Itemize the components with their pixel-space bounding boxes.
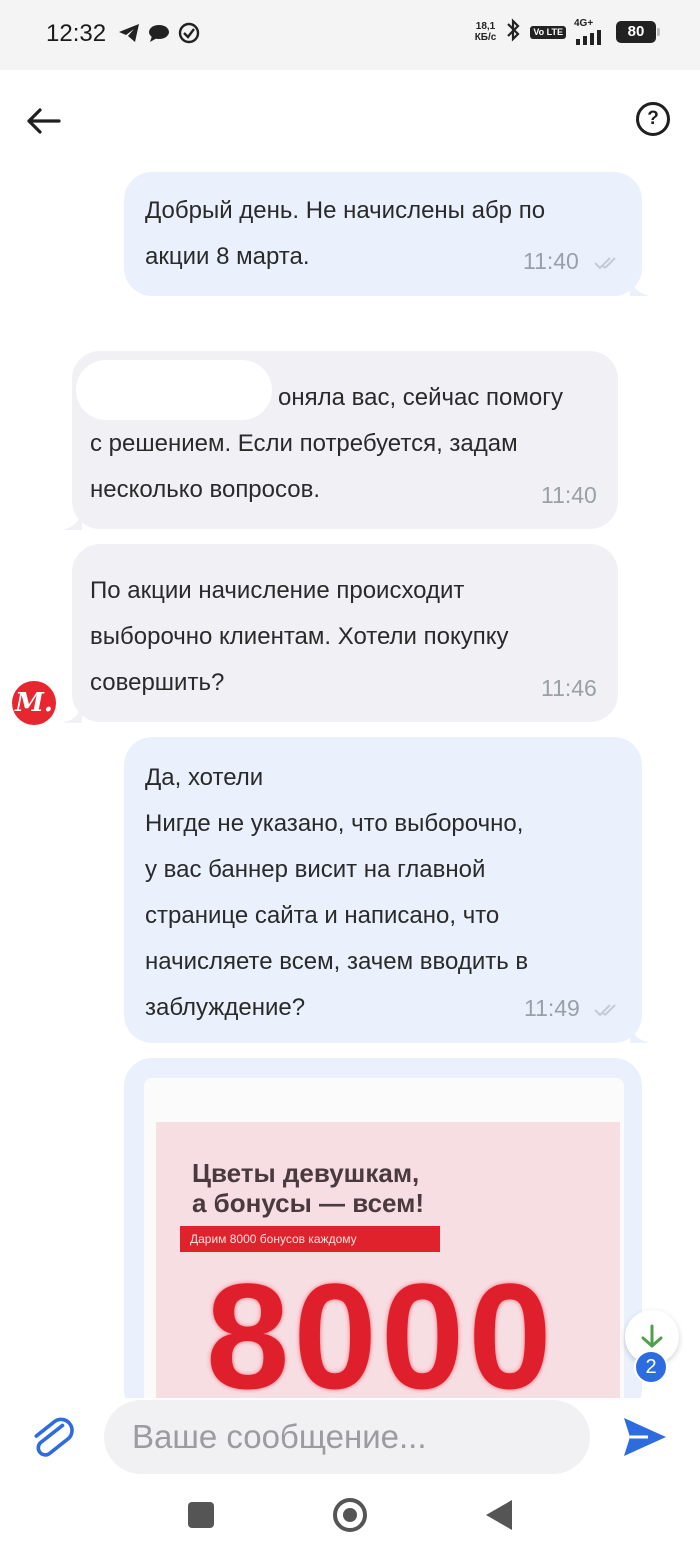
message-line: заблуждение?	[145, 994, 306, 1021]
message-line: акции 8 марта.	[145, 243, 310, 270]
cellular-signal: 4G+	[574, 19, 608, 45]
message-time: 11:40	[541, 482, 597, 508]
volte-badge: Vo LTE	[530, 25, 566, 39]
unread-count-badge: 2	[634, 1350, 668, 1384]
nav-back-button[interactable]	[486, 1500, 512, 1530]
network-type: 4G+	[574, 18, 594, 29]
help-button[interactable]: ?	[636, 102, 670, 136]
message-text: Добрый день. Не начислены абр по акции 8…	[145, 188, 545, 280]
message-incoming[interactable]: По акции начисление происходит выборочно…	[72, 544, 618, 722]
redacted-area	[76, 360, 272, 420]
system-nav-bar	[0, 1480, 700, 1556]
message-line: Добрый день. Не начислены абр по	[145, 197, 546, 224]
banner-title-line: а бонусы — всем!	[192, 1188, 425, 1218]
message-time: 11:40	[523, 248, 579, 274]
banner-background: Цветы девушкам, а бонусы — всем! Дарим 8…	[156, 1122, 620, 1398]
message-time: 11:49	[524, 995, 580, 1021]
attach-button[interactable]	[30, 1414, 76, 1464]
message-line: начисляете всем, зачем вводить в	[145, 948, 529, 975]
support-avatar: М.	[12, 681, 56, 725]
bubble-tail	[62, 703, 82, 723]
image-message[interactable]: Цветы девушкам, а бонусы — всем! Дарим 8…	[124, 1058, 642, 1398]
send-button[interactable]	[622, 1416, 668, 1458]
bluetooth-icon	[504, 18, 522, 46]
signal-bars-icon	[576, 30, 601, 45]
promo-banner-image[interactable]: Цветы девушкам, а бонусы — всем! Дарим 8…	[144, 1078, 624, 1398]
message-line: несколько вопросов.	[90, 476, 321, 503]
banner-title-line: Цветы девушкам,	[192, 1158, 420, 1188]
message-line: По акции начисление происходит	[90, 577, 465, 604]
message-line: странице сайта и написано, что	[145, 902, 500, 929]
telegram-icon	[118, 23, 140, 47]
network-speed-value: 18,1	[475, 21, 496, 32]
status-system-icons: 18,1 КБ/с Vo LTE 4G+ 80	[475, 18, 660, 46]
home-button[interactable]	[333, 1498, 367, 1532]
bubble-tail	[62, 510, 82, 530]
question-icon: ?	[647, 108, 659, 129]
banner-title: Цветы девушкам, а бонусы — всем!	[192, 1158, 424, 1218]
avatar-letter: М.	[15, 688, 53, 718]
message-outgoing[interactable]: Да, хотели Нигде не указано, что выбороч…	[124, 737, 642, 1043]
message-text: Да, хотели Нигде не указано, что выбороч…	[145, 755, 528, 1031]
message-composer	[0, 1398, 700, 1480]
read-checks-icon	[594, 257, 616, 270]
message-line: совершить?	[90, 669, 225, 696]
message-line: выборочно клиентам. Хотели покупку	[90, 623, 509, 650]
back-button[interactable]	[22, 100, 64, 142]
message-line: Нигде не указано, что выборочно,	[145, 810, 524, 837]
network-speed-unit: КБ/с	[474, 32, 497, 43]
arrow-down-icon	[641, 1324, 663, 1348]
message-input[interactable]	[104, 1400, 590, 1474]
banner-strip: Дарим 8000 бонусов каждому	[180, 1226, 440, 1252]
message-text: По акции начисление происходит выборочно…	[90, 568, 509, 706]
recents-button[interactable]	[188, 1502, 214, 1528]
battery-indicator: 80	[616, 21, 660, 43]
status-notification-icons	[118, 22, 200, 48]
message-line: с решением. Если потребуется, задам	[90, 430, 518, 457]
chat-header: ?	[0, 70, 700, 170]
message-outgoing[interactable]: Добрый день. Не начислены абр по акции 8…	[124, 172, 642, 296]
bubble-tail	[630, 1023, 650, 1043]
network-speed: 18,1 КБ/с	[475, 21, 497, 43]
bubble-tail	[630, 276, 650, 296]
status-bar: 12:32 18,1 КБ/с Vo LTE 4G+ 80	[0, 0, 700, 70]
message-line: у вас баннер висит на главной	[145, 856, 486, 883]
arrow-left-icon	[27, 108, 61, 134]
chat-icon	[148, 23, 170, 47]
paperclip-icon	[34, 1417, 74, 1457]
message-line: Да, хотели	[145, 764, 264, 791]
check-circle-icon	[178, 22, 200, 48]
read-checks-icon	[594, 1004, 616, 1017]
status-time: 12:32	[46, 20, 107, 47]
message-time: 11:46	[541, 675, 597, 701]
message-list[interactable]: Добрый день. Не начислены абр по акции 8…	[0, 170, 700, 1398]
send-icon	[624, 1418, 666, 1456]
banner-number: 8000	[206, 1252, 556, 1398]
